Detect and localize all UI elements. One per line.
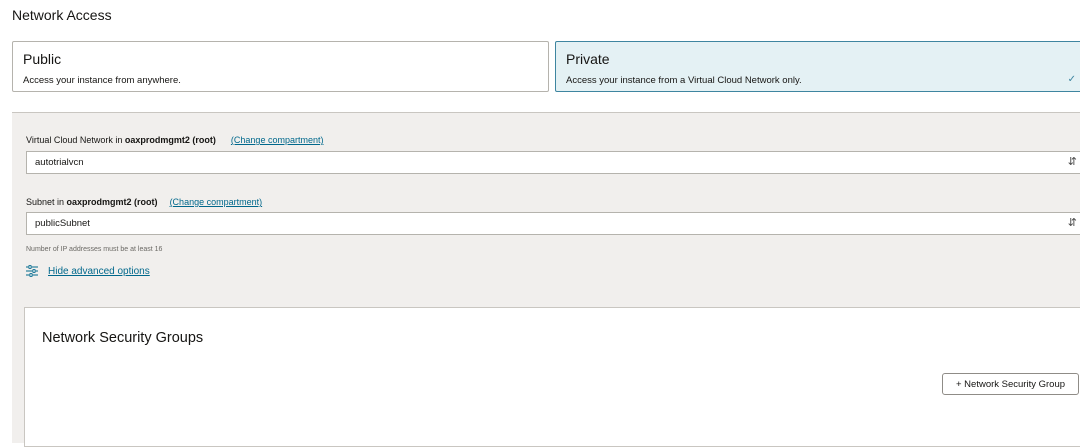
sliders-icon <box>26 265 38 277</box>
vcn-compartment-name: oaxprodmgmt2 (root) <box>124 135 216 145</box>
nsg-card: Network Security Groups + Network Securi… <box>24 307 1080 447</box>
subnet-change-compartment-link[interactable]: (Change compartment) <box>170 197 263 207</box>
updown-chevron-icon: ⇵ <box>1067 217 1077 229</box>
vcn-select[interactable]: autotrialvcn ⇵ <box>26 151 1080 174</box>
advanced-options-toggle[interactable]: Hide advanced options <box>26 265 150 277</box>
private-option-card[interactable]: Private Access your instance from a Virt… <box>555 41 1080 92</box>
updown-chevron-icon: ⇵ <box>1067 156 1077 168</box>
subnet-hint: Number of IP addresses must be at least … <box>26 246 163 253</box>
vcn-change-compartment-link[interactable]: (Change compartment) <box>231 135 324 145</box>
public-option-description: Access your instance from anywhere. <box>23 75 181 86</box>
subnet-label: Subnet in oaxprodmgmt2 (root) (Change co… <box>26 197 262 207</box>
subnet-select-value: publicSubnet <box>35 218 90 229</box>
subnet-label-prefix: Subnet in <box>26 197 67 207</box>
hide-advanced-options-link[interactable]: Hide advanced options <box>48 266 150 277</box>
vcn-label-prefix: Virtual Cloud Network in <box>26 135 125 145</box>
section-title: Network Access <box>12 7 112 23</box>
checkmark-icon: ✓ <box>1067 74 1076 85</box>
add-nsg-button[interactable]: + Network Security Group <box>942 373 1079 395</box>
public-option-title: Public <box>23 51 62 67</box>
vcn-label: Virtual Cloud Network in oaxprodmgmt2 (r… <box>26 135 323 145</box>
subnet-compartment-name: oaxprodmgmt2 (root) <box>66 197 158 207</box>
private-option-title: Private <box>566 51 610 67</box>
private-network-panel: Virtual Cloud Network in oaxprodmgmt2 (r… <box>12 112 1080 447</box>
nsg-title: Network Security Groups <box>42 330 204 346</box>
private-option-description: Access your instance from a Virtual Clou… <box>566 75 802 86</box>
subnet-select[interactable]: publicSubnet ⇵ <box>26 212 1080 235</box>
vcn-select-value: autotrialvcn <box>35 157 84 168</box>
public-option-card[interactable]: Public Access your instance from anywher… <box>12 41 549 92</box>
